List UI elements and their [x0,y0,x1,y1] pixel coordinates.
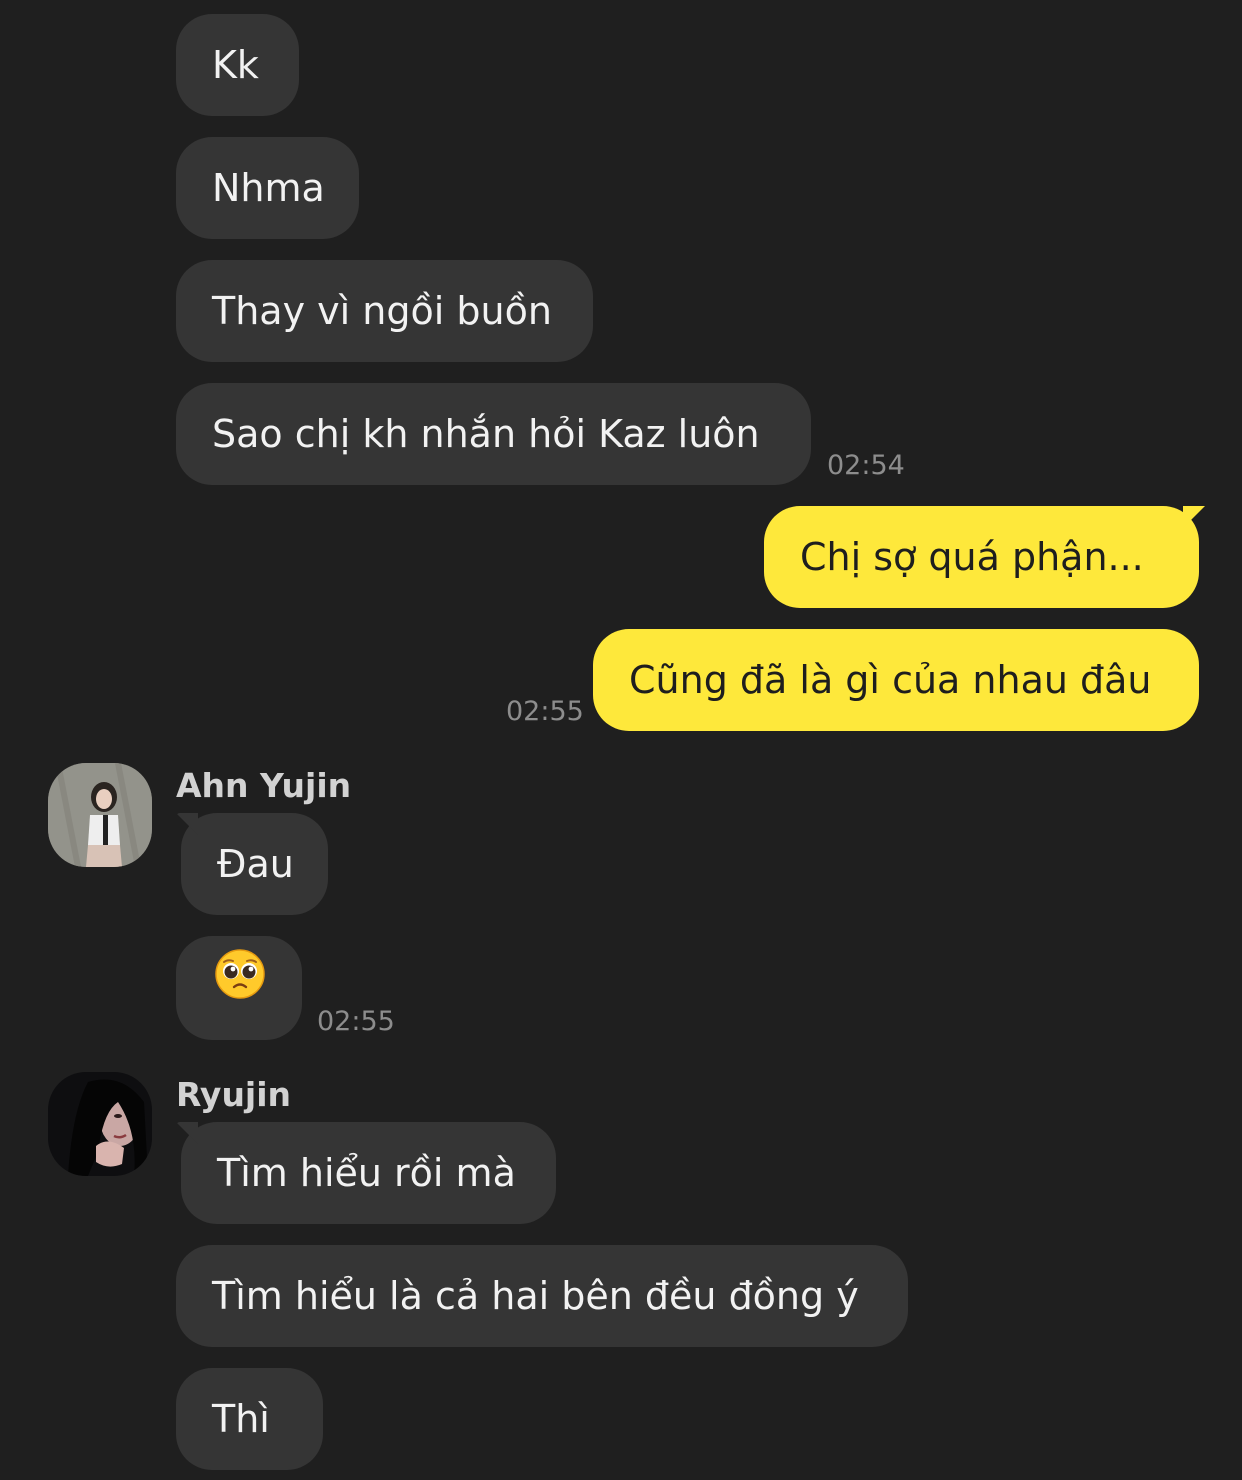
message-text: Tìm hiểu rồi mà [217,1151,516,1195]
message-timestamp: 02:55 [506,696,584,727]
message-bubble[interactable]: Đau [181,813,328,915]
sender-name: Ryujin [176,1075,292,1114]
emoji-message-bubble[interactable] [176,936,302,1040]
message-text: Sao chị kh nhắn hỏi Kaz luôn [212,412,760,456]
sender-name: Ahn Yujin [176,766,352,805]
message-timestamp: 02:55 [317,1006,395,1037]
message-text: Nhma [212,166,325,210]
message-bubble[interactable]: Thay vì ngồi buồn [176,260,593,362]
message-bubble[interactable]: Kk [176,14,299,116]
message-bubble[interactable]: Nhma [176,137,359,239]
avatar-ryujin[interactable] [48,1072,152,1176]
message-timestamp: 02:54 [827,450,905,481]
message-bubble[interactable]: Sao chị kh nhắn hỏi Kaz luôn [176,383,811,485]
message-bubble[interactable]: Tìm hiểu rồi mà [181,1122,556,1224]
message-text: Kk [212,43,259,87]
avatar-ahn-yujin[interactable] [48,763,152,867]
outgoing-message-bubble[interactable]: Cũng đã là gì của nhau đâu [593,629,1199,731]
message-text: Đau [217,842,294,886]
avatar-photo [48,763,152,867]
outgoing-message-bubble[interactable]: Chị sợ quá phận... [764,506,1199,608]
message-text: Thì [212,1397,270,1441]
message-text: Cũng đã là gì của nhau đâu [629,658,1152,702]
message-bubble[interactable]: Tìm hiểu là cả hai bên đều đồng ý [176,1245,908,1347]
message-text: Tìm hiểu là cả hai bên đều đồng ý [212,1274,859,1318]
message-text: Chị sợ quá phận... [800,535,1144,579]
pleading-face-emoji-icon [214,936,266,1038]
chat-message-list[interactable]: Kk Nhma Thay vì ngồi buồn Sao chị kh nhắ… [0,0,1242,1480]
message-bubble[interactable]: Thì [176,1368,323,1470]
avatar-photo [48,1072,152,1176]
message-text: Thay vì ngồi buồn [212,289,552,333]
